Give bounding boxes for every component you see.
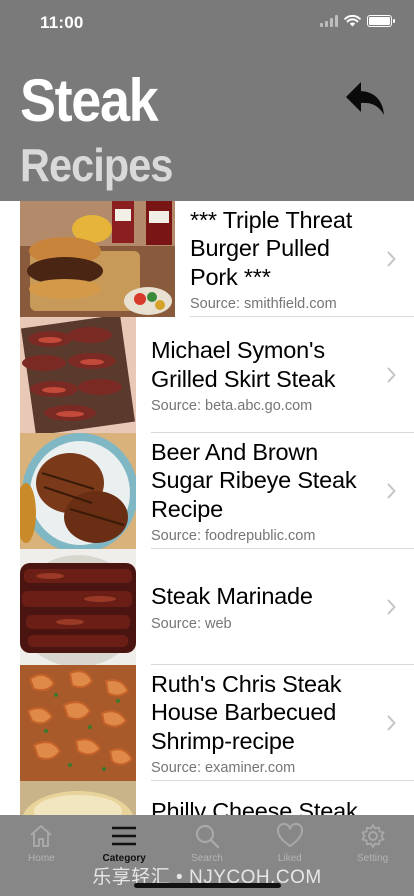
list-item[interactable]: Michael Symon's Grilled Skirt Steak Sour… — [20, 317, 414, 433]
list-item[interactable]: *** Triple Threat Burger Pulled Pork ***… — [20, 201, 414, 317]
status-icons — [320, 14, 395, 27]
reply-arrow-icon[interactable] — [344, 80, 386, 118]
recipe-title: Philly Cheese Steak — [151, 798, 358, 815]
chevron-right-icon — [387, 251, 396, 267]
shrimp-photo — [20, 665, 136, 781]
ribeye-photo — [20, 433, 136, 549]
home-icon — [30, 825, 53, 847]
list-item-body: Philly Cheese Steak — [136, 781, 414, 815]
list-item[interactable]: Ruth's Chris Steak House Barbecued Shrim… — [20, 665, 414, 781]
recipe-source: Source: smithfield.com — [190, 296, 337, 313]
recipe-source: Source: examiner.com — [151, 760, 296, 777]
battery-icon — [367, 14, 395, 27]
recipe-list[interactable]: *** Triple Threat Burger Pulled Pork ***… — [20, 201, 414, 815]
page-title: Steak — [20, 67, 159, 134]
recipe-source: Source: beta.abc.go.com — [151, 398, 313, 414]
chevron-right-icon — [387, 367, 396, 383]
recipe-title: Michael Symon's Grilled Skirt Steak — [151, 337, 336, 392]
page-subtitle: Recipes — [20, 139, 173, 191]
chevron-right-icon — [387, 599, 396, 615]
list-item-body: Ruth's Chris Steak House Barbecued Shrim… — [136, 665, 414, 781]
list-item[interactable]: Beer And Brown Sugar Ribeye Steak Recipe… — [20, 433, 414, 549]
list-item[interactable]: Philly Cheese Steak — [20, 781, 414, 815]
chevron-right-icon — [387, 715, 396, 731]
recipe-title: *** Triple Threat Burger Pulled Pork *** — [190, 206, 353, 290]
burger-photo — [20, 201, 175, 317]
list-item-body: Steak Marinade Source: web — [136, 549, 414, 665]
recipe-source: Source: foodrepublic.com — [151, 528, 316, 545]
menu-icon — [112, 826, 137, 846]
list-item-body: *** Triple Threat Burger Pulled Pork ***… — [175, 201, 414, 317]
recipe-title: Steak Marinade — [151, 583, 313, 610]
header: 11:00 Steak Recipes — [0, 0, 414, 201]
search-icon — [195, 824, 220, 849]
list-item-body: Michael Symon's Grilled Skirt Steak Sour… — [136, 317, 414, 433]
status-bar: 11:00 — [0, 0, 414, 48]
list-item[interactable]: Steak Marinade Source: web — [20, 549, 414, 665]
recipe-source: Source: web — [151, 615, 232, 632]
recipe-title: Ruth's Chris Steak House Barbecued Shrim… — [151, 670, 342, 754]
skirt-steak-photo — [20, 317, 136, 433]
list-item-body: Beer And Brown Sugar Ribeye Steak Recipe… — [136, 433, 414, 549]
philly-photo — [20, 781, 136, 815]
signal-icon — [320, 14, 338, 27]
chevron-right-icon — [387, 483, 396, 499]
recipe-title: Beer And Brown Sugar Ribeye Steak Recipe — [151, 438, 357, 522]
wifi-icon — [344, 14, 361, 27]
heart-icon — [276, 822, 303, 847]
marinated-steak-photo — [20, 549, 136, 665]
home-indicator[interactable] — [134, 883, 281, 888]
gear-icon — [361, 824, 384, 848]
status-time: 11:00 — [40, 13, 84, 32]
